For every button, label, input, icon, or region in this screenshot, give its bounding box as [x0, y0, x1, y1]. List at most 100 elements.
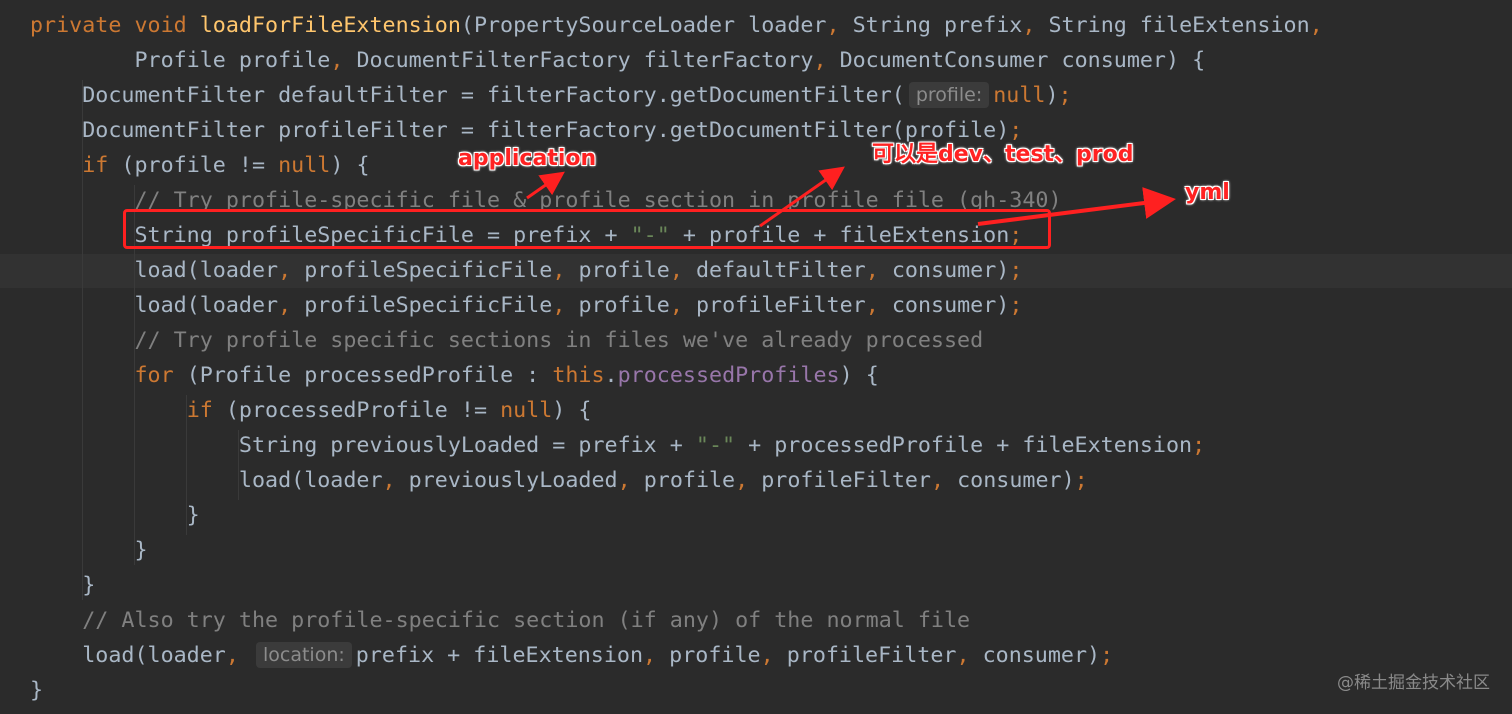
code-token: DocumentConsumer consumer) {: [839, 48, 1206, 73]
code-token: processedProfiles: [617, 363, 840, 388]
code-token: profileFilter: [761, 468, 931, 493]
code-token: ,: [225, 643, 252, 668]
code-token: load(loader: [30, 468, 383, 493]
code-token: }: [30, 678, 44, 703]
code-token: + processedProfile + fileExtension: [735, 433, 1193, 458]
code-token: }: [30, 573, 96, 598]
code-token: if: [82, 153, 122, 178]
code-token: ,: [813, 48, 840, 73]
code-token: ,: [643, 643, 670, 668]
code-token: load(loader: [30, 643, 226, 668]
code-token: ,: [669, 293, 696, 318]
watermark: @稀土掘金技术社区: [1337, 673, 1490, 693]
parameter-hint: location:: [255, 642, 352, 668]
code-token: ,: [278, 258, 305, 283]
annotation-yml: yml: [1185, 180, 1230, 205]
code-token: DocumentFilterFactory filterFactory: [356, 48, 814, 73]
code-token: ,: [552, 258, 579, 283]
code-token: }: [30, 538, 148, 563]
code-token: private void: [30, 13, 200, 38]
code-token: String prefix: [852, 13, 1023, 38]
code-token: profile: [578, 293, 670, 318]
code-token: ,: [669, 258, 696, 283]
code-token: ): [1045, 83, 1059, 108]
code-token: String previouslyLoaded = prefix +: [30, 433, 696, 458]
code-token: if: [186, 398, 226, 423]
code-token: profile: [669, 643, 761, 668]
code-token: ,: [865, 293, 892, 318]
code-token: profileSpecificFile: [304, 293, 553, 318]
code-token: ,: [1309, 13, 1323, 38]
code-line[interactable]: // Also try the profile-specific section…: [30, 603, 970, 638]
code-token: (processedProfile !=: [225, 398, 501, 423]
code-line[interactable]: String previouslyLoaded = prefix + "-" +…: [30, 428, 1205, 463]
annotation-profile-values: 可以是dev、test、prod: [872, 142, 1134, 167]
code-line[interactable]: }: [30, 498, 200, 533]
code-line[interactable]: Profile profile, DocumentFilterFactory f…: [30, 43, 1205, 78]
code-token: ;: [1009, 293, 1023, 318]
highlight-box: [123, 209, 1051, 249]
code-token: ,: [552, 293, 579, 318]
code-token: Profile profile: [30, 48, 331, 73]
code-line[interactable]: load(loader, profileSpecificFile, profil…: [30, 253, 1022, 288]
code-editor[interactable]: private void loadForFileExtension(Proper…: [0, 0, 1512, 714]
code-line[interactable]: }: [30, 568, 95, 603]
code-token: ) {: [330, 153, 370, 178]
code-token: ,: [278, 293, 305, 318]
code-token: DocumentFilter profileFilter = filterFac…: [30, 118, 1010, 143]
code-token: (PropertySourceLoader loader: [460, 13, 827, 38]
code-line[interactable]: // Try profile specific sections in file…: [30, 323, 983, 358]
code-token: ;: [1192, 433, 1206, 458]
code-line[interactable]: load(loader, previouslyLoaded, profile, …: [30, 463, 1088, 498]
code-token: (profile !=: [121, 153, 279, 178]
code-token: null: [993, 83, 1046, 108]
code-token: prefix + fileExtension: [355, 643, 644, 668]
code-token: load(loader: [30, 293, 279, 318]
code-token: for: [134, 363, 187, 388]
code-token: profile: [643, 468, 736, 493]
code-token: ,: [330, 48, 357, 73]
code-token: ,: [735, 468, 762, 493]
code-line[interactable]: if (profile != null) {: [30, 148, 370, 183]
code-token: previouslyLoaded: [408, 468, 618, 493]
code-token: ;: [1009, 118, 1023, 143]
code-token: load(loader: [30, 258, 279, 283]
code-token: profileSpecificFile: [304, 258, 553, 283]
code-token: this: [552, 363, 605, 388]
code-token: "-": [695, 433, 736, 458]
code-token: String fileExtension: [1048, 13, 1310, 38]
code-token: null: [278, 153, 331, 178]
code-token: defaultFilter: [695, 258, 866, 283]
code-token: ) {: [839, 363, 879, 388]
annotation-application: application: [458, 146, 597, 171]
code-token: profileFilter: [695, 293, 866, 318]
code-token: ;: [1100, 643, 1114, 668]
code-token: .: [604, 363, 618, 388]
code-line[interactable]: private void loadForFileExtension(Proper…: [30, 8, 1323, 43]
code-token: }: [30, 503, 200, 528]
code-line[interactable]: load(loader, profileSpecificFile, profil…: [30, 288, 1022, 323]
code-line[interactable]: if (processedProfile != null) {: [30, 393, 592, 428]
code-line[interactable]: load(loader, location: prefix + fileExten…: [30, 638, 1113, 673]
code-token: ) {: [552, 398, 592, 423]
code-token: ,: [956, 643, 983, 668]
code-token: profile: [578, 258, 670, 283]
code-line[interactable]: DocumentFilter defaultFilter = filterFac…: [30, 78, 1072, 113]
code-token: ;: [1058, 83, 1072, 108]
code-token: consumer): [891, 293, 1010, 318]
code-line[interactable]: }: [30, 673, 43, 708]
code-token: consumer): [891, 258, 1010, 283]
code-line[interactable]: for (Profile processedProfile : this.pro…: [30, 358, 879, 393]
parameter-hint: profile:: [908, 82, 990, 108]
code-token: ,: [865, 258, 892, 283]
code-token: consumer): [957, 468, 1075, 493]
code-line[interactable]: }: [30, 533, 148, 568]
code-token: DocumentFilter defaultFilter = filterFac…: [30, 83, 905, 108]
code-token: ,: [931, 468, 958, 493]
code-token: consumer): [982, 643, 1101, 668]
code-token: // Try profile specific sections in file…: [30, 328, 984, 353]
code-token: ,: [826, 13, 853, 38]
